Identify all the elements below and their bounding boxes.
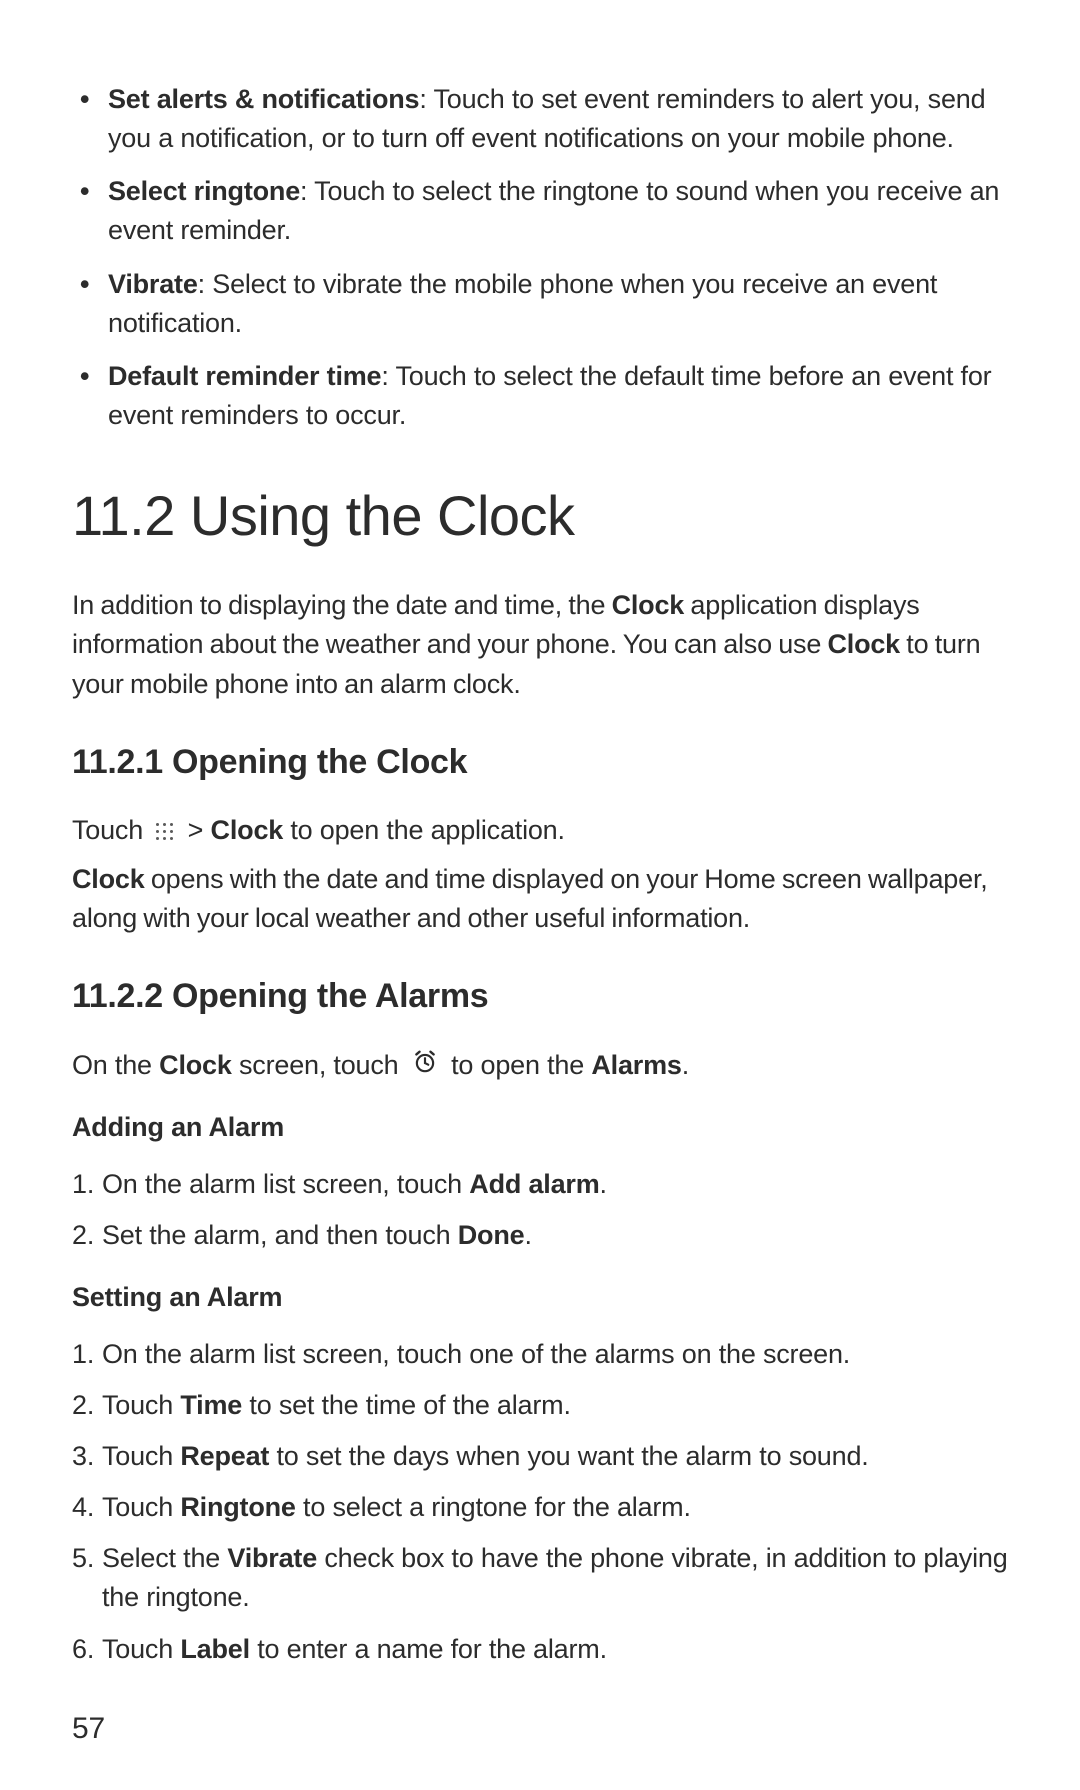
text: to open the xyxy=(451,1050,591,1080)
bold-text: Done xyxy=(458,1220,525,1250)
settings-list: Set alerts & notifications: Touch to set… xyxy=(72,80,1008,435)
item-desc: : Select to vibrate the mobile phone whe… xyxy=(108,269,937,338)
intro-paragraph: In addition to displaying the date and t… xyxy=(72,586,1008,703)
bold-text: Ringtone xyxy=(180,1492,295,1522)
bold-text: Clock xyxy=(612,590,685,620)
text: to select a ringtone for the alarm. xyxy=(296,1492,691,1522)
text: . xyxy=(600,1169,607,1199)
section-heading: 11.2 Using the Clock xyxy=(72,475,1008,556)
bold-text: Time xyxy=(180,1390,242,1420)
list-item: Default reminder time: Touch to select t… xyxy=(72,357,1008,435)
subsection-heading: 11.2.2 Opening the Alarms xyxy=(72,972,1008,1021)
list-item: Set alerts & notifications: Touch to set… xyxy=(72,80,1008,158)
bold-text: Alarms xyxy=(591,1050,681,1080)
text: Set the alarm, and then touch xyxy=(102,1220,458,1250)
setting-alarm-heading: Setting an Alarm xyxy=(72,1278,1008,1317)
text: On the xyxy=(72,1050,159,1080)
bold-text: Clock xyxy=(827,629,900,659)
bold-text: Add alarm xyxy=(469,1169,599,1199)
text: Touch xyxy=(72,815,150,845)
document-page: Set alerts & notifications: Touch to set… xyxy=(0,0,1080,1790)
bold-text: Vibrate xyxy=(227,1543,317,1573)
text: On the alarm list screen, touch xyxy=(102,1169,469,1199)
list-item: Touch Repeat to set the days when you wa… xyxy=(72,1437,1008,1476)
bold-text: Clock xyxy=(72,864,145,894)
text: screen, touch xyxy=(232,1050,406,1080)
list-item: Select the Vibrate check box to have the… xyxy=(72,1539,1008,1617)
text: Touch xyxy=(102,1634,180,1664)
text: > xyxy=(188,815,211,845)
text: On the alarm list screen, touch one of t… xyxy=(102,1339,850,1369)
item-label: Default reminder time xyxy=(108,361,381,391)
bold-text: Clock xyxy=(211,815,284,845)
list-item: Touch Time to set the time of the alarm. xyxy=(72,1386,1008,1425)
text: opens with the date and time displayed o… xyxy=(72,864,988,933)
bold-text: Clock xyxy=(159,1050,232,1080)
page-number: 57 xyxy=(72,1707,1008,1751)
bold-text: Repeat xyxy=(180,1441,269,1471)
text: to set the time of the alarm. xyxy=(242,1390,571,1420)
text: to enter a name for the alarm. xyxy=(250,1634,607,1664)
adding-alarm-steps: On the alarm list screen, touch Add alar… xyxy=(72,1165,1008,1255)
text: Touch xyxy=(102,1390,180,1420)
text: to set the days when you want the alarm … xyxy=(269,1441,868,1471)
list-item: On the alarm list screen, touch one of t… xyxy=(72,1335,1008,1374)
list-item: Set the alarm, and then touch Done. xyxy=(72,1216,1008,1255)
text: . xyxy=(682,1050,689,1080)
text: Touch xyxy=(102,1441,180,1471)
item-label: Vibrate xyxy=(108,269,198,299)
alarm-clock-icon xyxy=(412,1047,438,1086)
item-label: Select ringtone xyxy=(108,176,300,206)
list-item: Touch Ringtone to select a ringtone for … xyxy=(72,1488,1008,1527)
apps-grid-icon xyxy=(154,821,176,843)
opening-alarms-step: On the Clock screen, touch to open the A… xyxy=(72,1046,1008,1086)
opening-clock-step: Touch > Clock to open the application. xyxy=(72,811,1008,850)
list-item: Vibrate: Select to vibrate the mobile ph… xyxy=(72,265,1008,343)
bold-text: Label xyxy=(180,1634,250,1664)
opening-clock-desc: Clock opens with the date and time displ… xyxy=(72,860,1008,938)
text: to open the application. xyxy=(283,815,565,845)
text: Select the xyxy=(102,1543,227,1573)
text: Touch xyxy=(102,1492,180,1522)
text: In addition to displaying the date and t… xyxy=(72,590,612,620)
subsection-heading: 11.2.1 Opening the Clock xyxy=(72,738,1008,787)
list-item: Touch Label to enter a name for the alar… xyxy=(72,1630,1008,1669)
text: . xyxy=(524,1220,531,1250)
list-item: On the alarm list screen, touch Add alar… xyxy=(72,1165,1008,1204)
setting-alarm-steps: On the alarm list screen, touch one of t… xyxy=(72,1335,1008,1669)
list-item: Select ringtone: Touch to select the rin… xyxy=(72,172,1008,250)
adding-alarm-heading: Adding an Alarm xyxy=(72,1108,1008,1147)
item-label: Set alerts & notifications xyxy=(108,84,419,114)
